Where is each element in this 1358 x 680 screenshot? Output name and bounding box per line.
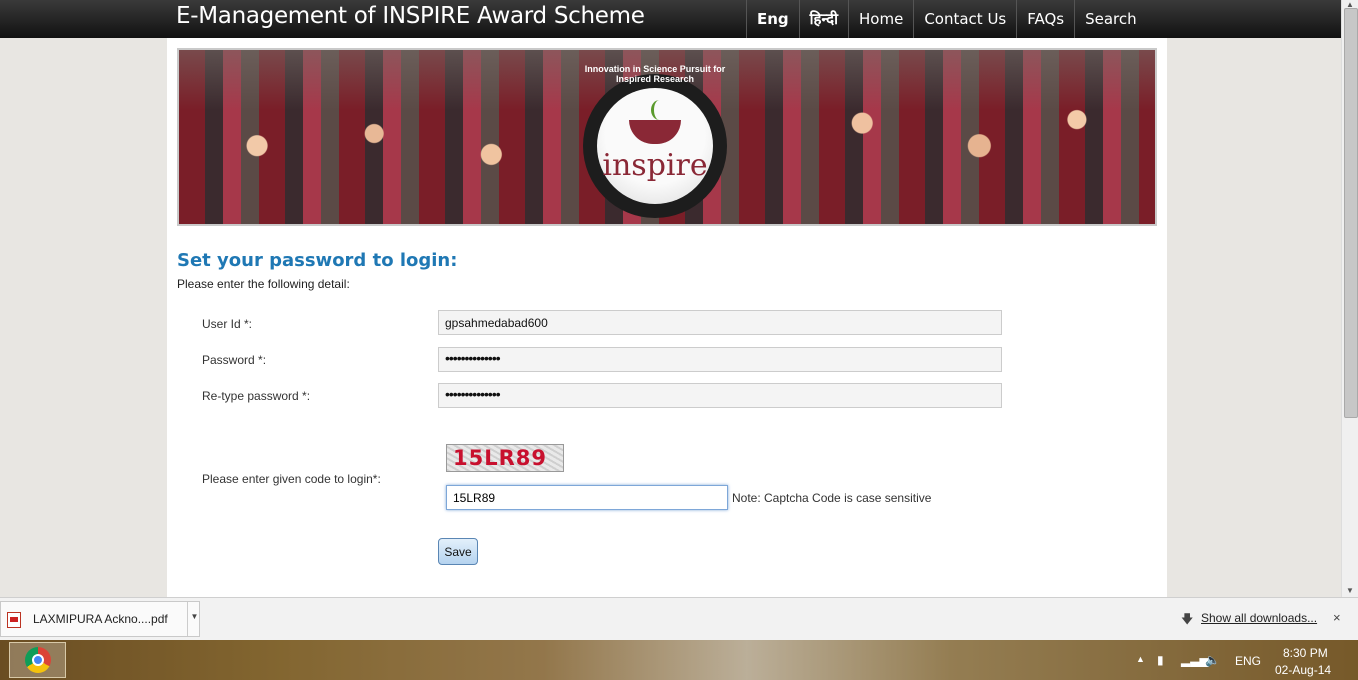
captcha-input[interactable]: 15LR89 <box>446 485 728 510</box>
captcha-image: 15LR89 <box>446 444 564 472</box>
nav-faqs[interactable]: FAQs <box>1016 0 1074 38</box>
save-button[interactable]: Save <box>438 538 478 565</box>
volume-icon[interactable]: 🔈 <box>1205 653 1220 667</box>
inspire-banner-image: Innovation in Science Pursuit for Inspir… <box>177 48 1157 226</box>
password-field[interactable]: •••••••••••••• <box>438 347 1002 372</box>
site-header: E-Management of INSPIRE Award Scheme Eng… <box>0 0 1341 38</box>
windows-taskbar <box>0 640 1358 680</box>
form-title: Set your password to login: <box>177 250 458 271</box>
scrollbar-thumb[interactable] <box>1344 8 1358 418</box>
retype-password-label: Re-type password *: <box>202 389 311 403</box>
show-all-downloads-link[interactable]: Show all downloads... <box>1201 611 1317 625</box>
input-language[interactable]: ENG <box>1235 654 1261 668</box>
password-label: Password *: <box>202 353 267 367</box>
downloads-bar: LAXMIPURA Ackno....pdf ▼ 🡇 Show all down… <box>0 597 1358 641</box>
captcha-image-text: 15LR89 <box>453 446 547 470</box>
user-id-field[interactable]: gpsahmedabad600 <box>438 310 1002 335</box>
form-subtitle: Please enter the following detail: <box>177 277 350 291</box>
download-item[interactable]: LAXMIPURA Ackno....pdf ▼ <box>0 601 200 637</box>
captcha-label: Please enter given code to login*: <box>202 472 381 486</box>
nav-contact-us[interactable]: Contact Us <box>913 0 1016 38</box>
inspire-logo: Innovation in Science Pursuit for Inspir… <box>583 64 727 218</box>
download-file-name[interactable]: LAXMIPURA Ackno....pdf <box>33 612 168 626</box>
site-title: E-Management of INSPIRE Award Scheme <box>176 3 645 29</box>
nav-hindi[interactable]: हिन्दी <box>798 0 848 38</box>
main-content: Innovation in Science Pursuit for Inspir… <box>167 38 1167 597</box>
pdf-file-icon <box>7 612 21 628</box>
page-scrollbar[interactable]: ▲ ▼ <box>1341 0 1358 597</box>
taskbar-chrome-button[interactable] <box>9 642 66 678</box>
sprout-icon <box>651 100 668 120</box>
captcha-note: Note: Captcha Code is case sensitive <box>732 491 932 505</box>
close-downloads-bar-icon[interactable]: × <box>1333 610 1341 625</box>
download-arrow-icon: 🡇 <box>1181 612 1194 626</box>
clock-date[interactable]: 02-Aug-14 <box>1275 663 1331 677</box>
nav-home[interactable]: Home <box>848 0 913 38</box>
scroll-down-arrow-icon[interactable]: ▼ <box>1346 586 1354 595</box>
logo-word: inspire <box>602 148 708 183</box>
clock-time[interactable]: 8:30 PM <box>1283 646 1328 660</box>
retype-password-field[interactable]: •••••••••••••• <box>438 383 1002 408</box>
show-hidden-icons-icon[interactable]: ▲ <box>1136 654 1145 664</box>
top-nav: Eng हिन्दी Home Contact Us FAQs Search <box>746 0 1147 38</box>
user-id-label: User Id *: <box>202 317 253 331</box>
hand-icon <box>629 120 681 144</box>
nav-english[interactable]: Eng <box>746 0 799 38</box>
nav-search[interactable]: Search <box>1074 0 1147 38</box>
chrome-icon <box>25 647 51 673</box>
logo-ring-text: Innovation in Science Pursuit for Inspir… <box>584 64 726 84</box>
download-menu-chevron-down-icon[interactable]: ▼ <box>187 602 201 636</box>
battery-icon[interactable]: ▮ <box>1157 653 1164 667</box>
